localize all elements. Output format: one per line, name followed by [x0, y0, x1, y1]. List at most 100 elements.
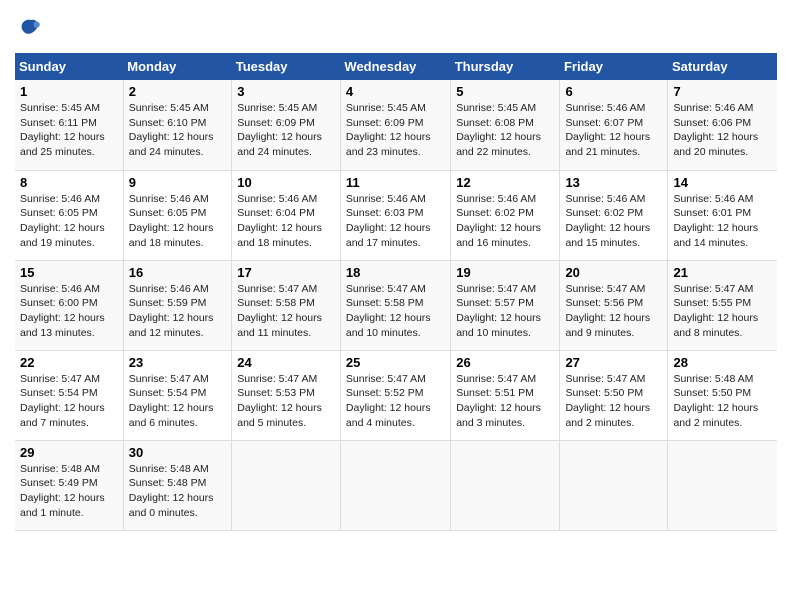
week-row-4: 22 Sunrise: 5:47 AMSunset: 5:54 PMDaylig… — [15, 350, 777, 440]
day-cell: 11 Sunrise: 5:46 AMSunset: 6:03 PMDaylig… — [340, 170, 450, 260]
day-cell: 6 Sunrise: 5:46 AMSunset: 6:07 PMDayligh… — [560, 80, 668, 170]
day-cell: 18 Sunrise: 5:47 AMSunset: 5:58 PMDaylig… — [340, 260, 450, 350]
day-number: 16 — [129, 265, 226, 280]
day-info: Sunrise: 5:47 AMSunset: 5:58 PMDaylight:… — [237, 282, 335, 341]
day-cell: 20 Sunrise: 5:47 AMSunset: 5:56 PMDaylig… — [560, 260, 668, 350]
day-info: Sunrise: 5:45 AMSunset: 6:08 PMDaylight:… — [456, 101, 554, 160]
day-cell: 8 Sunrise: 5:46 AMSunset: 6:05 PMDayligh… — [15, 170, 123, 260]
day-info: Sunrise: 5:45 AMSunset: 6:09 PMDaylight:… — [346, 101, 445, 160]
day-cell: 22 Sunrise: 5:47 AMSunset: 5:54 PMDaylig… — [15, 350, 123, 440]
day-info: Sunrise: 5:46 AMSunset: 5:59 PMDaylight:… — [129, 282, 226, 341]
day-info: Sunrise: 5:46 AMSunset: 6:00 PMDaylight:… — [20, 282, 118, 341]
day-info: Sunrise: 5:47 AMSunset: 5:55 PMDaylight:… — [673, 282, 772, 341]
day-number: 19 — [456, 265, 554, 280]
day-cell: 9 Sunrise: 5:46 AMSunset: 6:05 PMDayligh… — [123, 170, 231, 260]
header-row: SundayMondayTuesdayWednesdayThursdayFrid… — [15, 53, 777, 80]
day-number: 17 — [237, 265, 335, 280]
day-number: 11 — [346, 175, 445, 190]
day-number: 27 — [565, 355, 662, 370]
day-number: 21 — [673, 265, 772, 280]
day-number: 9 — [129, 175, 226, 190]
day-cell: 7 Sunrise: 5:46 AMSunset: 6:06 PMDayligh… — [668, 80, 777, 170]
day-cell: 19 Sunrise: 5:47 AMSunset: 5:57 PMDaylig… — [451, 260, 560, 350]
day-cell: 3 Sunrise: 5:45 AMSunset: 6:09 PMDayligh… — [232, 80, 341, 170]
day-number: 13 — [565, 175, 662, 190]
day-info: Sunrise: 5:46 AMSunset: 6:06 PMDaylight:… — [673, 101, 772, 160]
day-info: Sunrise: 5:46 AMSunset: 6:03 PMDaylight:… — [346, 192, 445, 251]
day-cell: 30 Sunrise: 5:48 AMSunset: 5:48 PMDaylig… — [123, 440, 231, 530]
day-number: 23 — [129, 355, 226, 370]
day-number: 14 — [673, 175, 772, 190]
column-header-wednesday: Wednesday — [340, 53, 450, 80]
day-info: Sunrise: 5:48 AMSunset: 5:48 PMDaylight:… — [129, 462, 226, 521]
day-info: Sunrise: 5:46 AMSunset: 6:05 PMDaylight:… — [20, 192, 118, 251]
day-number: 25 — [346, 355, 445, 370]
day-number: 1 — [20, 84, 118, 99]
day-info: Sunrise: 5:47 AMSunset: 5:51 PMDaylight:… — [456, 372, 554, 431]
week-row-2: 8 Sunrise: 5:46 AMSunset: 6:05 PMDayligh… — [15, 170, 777, 260]
day-cell: 13 Sunrise: 5:46 AMSunset: 6:02 PMDaylig… — [560, 170, 668, 260]
day-info: Sunrise: 5:46 AMSunset: 6:05 PMDaylight:… — [129, 192, 226, 251]
day-cell: 2 Sunrise: 5:45 AMSunset: 6:10 PMDayligh… — [123, 80, 231, 170]
day-number: 20 — [565, 265, 662, 280]
day-info: Sunrise: 5:47 AMSunset: 5:58 PMDaylight:… — [346, 282, 445, 341]
day-cell — [340, 440, 450, 530]
day-number: 4 — [346, 84, 445, 99]
day-cell — [451, 440, 560, 530]
day-number: 29 — [20, 445, 118, 460]
day-cell: 4 Sunrise: 5:45 AMSunset: 6:09 PMDayligh… — [340, 80, 450, 170]
calendar-table: SundayMondayTuesdayWednesdayThursdayFrid… — [15, 53, 777, 531]
day-number: 10 — [237, 175, 335, 190]
day-number: 30 — [129, 445, 226, 460]
day-cell: 23 Sunrise: 5:47 AMSunset: 5:54 PMDaylig… — [123, 350, 231, 440]
day-info: Sunrise: 5:47 AMSunset: 5:52 PMDaylight:… — [346, 372, 445, 431]
day-cell: 16 Sunrise: 5:46 AMSunset: 5:59 PMDaylig… — [123, 260, 231, 350]
day-cell: 17 Sunrise: 5:47 AMSunset: 5:58 PMDaylig… — [232, 260, 341, 350]
day-info: Sunrise: 5:45 AMSunset: 6:10 PMDaylight:… — [129, 101, 226, 160]
day-cell — [560, 440, 668, 530]
column-header-friday: Friday — [560, 53, 668, 80]
day-number: 15 — [20, 265, 118, 280]
day-info: Sunrise: 5:45 AMSunset: 6:11 PMDaylight:… — [20, 101, 118, 160]
day-info: Sunrise: 5:46 AMSunset: 6:04 PMDaylight:… — [237, 192, 335, 251]
day-info: Sunrise: 5:47 AMSunset: 5:57 PMDaylight:… — [456, 282, 554, 341]
day-cell: 1 Sunrise: 5:45 AMSunset: 6:11 PMDayligh… — [15, 80, 123, 170]
day-number: 12 — [456, 175, 554, 190]
day-number: 6 — [565, 84, 662, 99]
day-cell: 29 Sunrise: 5:48 AMSunset: 5:49 PMDaylig… — [15, 440, 123, 530]
day-number: 22 — [20, 355, 118, 370]
day-info: Sunrise: 5:47 AMSunset: 5:50 PMDaylight:… — [565, 372, 662, 431]
day-number: 5 — [456, 84, 554, 99]
day-number: 2 — [129, 84, 226, 99]
day-cell: 15 Sunrise: 5:46 AMSunset: 6:00 PMDaylig… — [15, 260, 123, 350]
column-header-thursday: Thursday — [451, 53, 560, 80]
day-cell: 12 Sunrise: 5:46 AMSunset: 6:02 PMDaylig… — [451, 170, 560, 260]
day-info: Sunrise: 5:48 AMSunset: 5:50 PMDaylight:… — [673, 372, 772, 431]
day-info: Sunrise: 5:46 AMSunset: 6:02 PMDaylight:… — [456, 192, 554, 251]
day-info: Sunrise: 5:46 AMSunset: 6:02 PMDaylight:… — [565, 192, 662, 251]
day-cell: 27 Sunrise: 5:47 AMSunset: 5:50 PMDaylig… — [560, 350, 668, 440]
day-cell: 5 Sunrise: 5:45 AMSunset: 6:08 PMDayligh… — [451, 80, 560, 170]
week-row-1: 1 Sunrise: 5:45 AMSunset: 6:11 PMDayligh… — [15, 80, 777, 170]
day-number: 28 — [673, 355, 772, 370]
logo-icon — [15, 15, 43, 43]
day-cell: 26 Sunrise: 5:47 AMSunset: 5:51 PMDaylig… — [451, 350, 560, 440]
day-number: 8 — [20, 175, 118, 190]
day-cell: 25 Sunrise: 5:47 AMSunset: 5:52 PMDaylig… — [340, 350, 450, 440]
day-number: 18 — [346, 265, 445, 280]
day-cell — [232, 440, 341, 530]
column-header-monday: Monday — [123, 53, 231, 80]
day-info: Sunrise: 5:45 AMSunset: 6:09 PMDaylight:… — [237, 101, 335, 160]
column-header-sunday: Sunday — [15, 53, 123, 80]
day-info: Sunrise: 5:47 AMSunset: 5:54 PMDaylight:… — [20, 372, 118, 431]
column-header-saturday: Saturday — [668, 53, 777, 80]
day-cell: 14 Sunrise: 5:46 AMSunset: 6:01 PMDaylig… — [668, 170, 777, 260]
day-cell: 21 Sunrise: 5:47 AMSunset: 5:55 PMDaylig… — [668, 260, 777, 350]
day-info: Sunrise: 5:46 AMSunset: 6:01 PMDaylight:… — [673, 192, 772, 251]
logo — [15, 15, 47, 43]
day-info: Sunrise: 5:47 AMSunset: 5:53 PMDaylight:… — [237, 372, 335, 431]
day-info: Sunrise: 5:47 AMSunset: 5:54 PMDaylight:… — [129, 372, 226, 431]
day-number: 24 — [237, 355, 335, 370]
page-header — [15, 15, 777, 43]
day-cell: 24 Sunrise: 5:47 AMSunset: 5:53 PMDaylig… — [232, 350, 341, 440]
